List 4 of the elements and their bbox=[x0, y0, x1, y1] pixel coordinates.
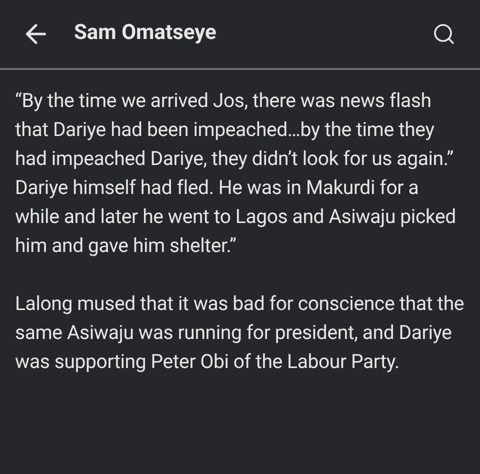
page-title: Sam Omatseye bbox=[74, 20, 216, 48]
article-paragraph: “By the time we arrived Jos, there was news flash that Dariye had been impeached…by the time they had impeached Dariye, they didn’t look for us again.” Dariye himself had fled. He was in Makurdi for a while and later he went to Lagos and Asiwaju picked him and gave him shelter.” bbox=[15, 88, 457, 259]
article-paragraph: Lalong mused that it was bad for conscience that the same Asiwaju was running for president, and Dariye was supporting Peter Obi of the Labour Party. bbox=[15, 291, 465, 375]
search-icon bbox=[432, 22, 456, 46]
